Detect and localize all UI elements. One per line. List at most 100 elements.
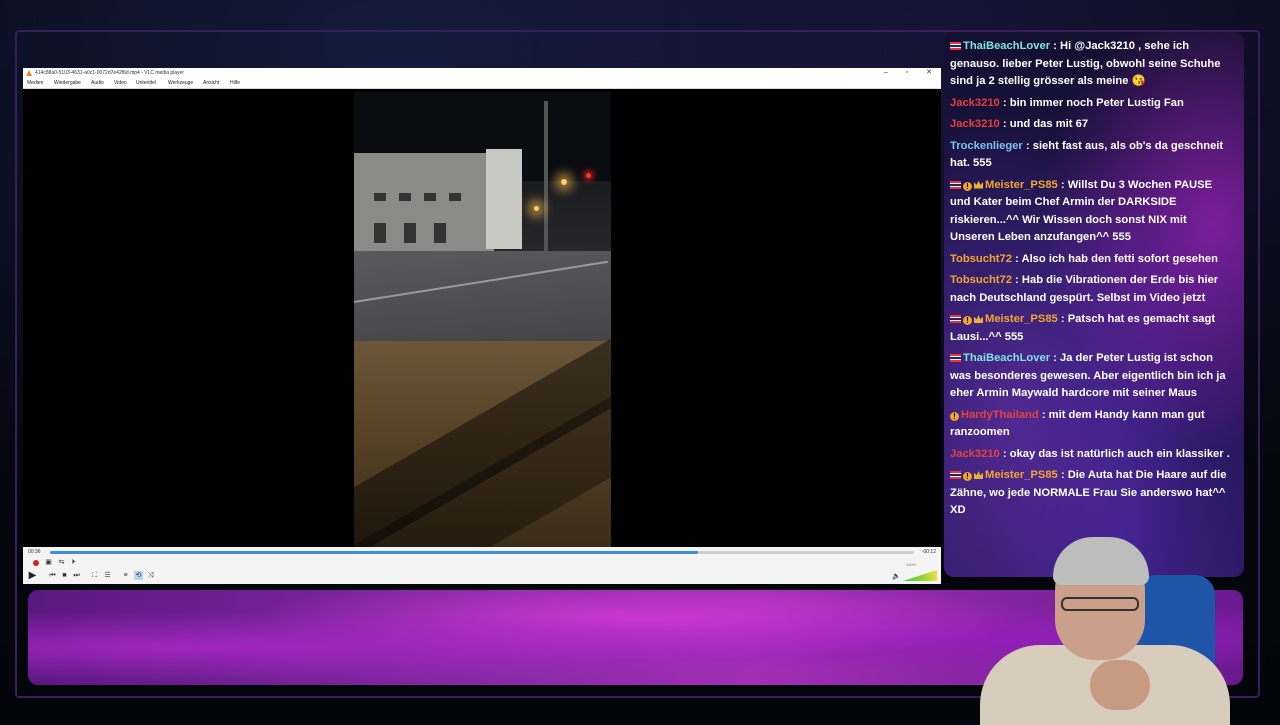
street-lamp [534, 206, 539, 211]
chat-text: und das mit 67 [1009, 118, 1089, 130]
vlc-cone-icon [26, 70, 32, 76]
chat-username[interactable]: Meister_PS85 [985, 313, 1058, 325]
chat-username[interactable]: Tobsucht72 [950, 274, 1012, 286]
chat-message: Tobsucht72 : Also ich hab den fetti sofo… [950, 251, 1230, 269]
snapshot-icon[interactable]: ▣ [44, 558, 53, 567]
chat-separator: : [1057, 469, 1068, 481]
menu-wiedergabe[interactable]: Wiedergabe [54, 78, 81, 88]
seek-bar[interactable] [50, 551, 914, 554]
street-lamp [561, 179, 567, 185]
time-elapsed: 00:36 [28, 549, 41, 555]
chat-separator: : [999, 96, 1010, 109]
flag-badge-icon [950, 180, 961, 189]
chat-username[interactable]: Jack3210 [950, 97, 1000, 109]
maximize-button[interactable]: ▫ [897, 68, 917, 78]
chat-separator: : [1050, 352, 1060, 364]
video-area[interactable] [23, 89, 941, 547]
flag-badge-icon [950, 471, 961, 479]
menu-audio[interactable]: Audio [91, 78, 104, 88]
crown-badge-icon [974, 315, 983, 323]
extended-settings-icon[interactable]: ☰ [103, 571, 112, 580]
webcam-overlay [965, 525, 1255, 725]
menu-untertitel[interactable]: Untertitel [136, 78, 156, 88]
chat-message: ! Meister_PS85 : Die Auta hat Die Haare a… [950, 467, 1230, 520]
menu-hilfe[interactable]: Hilfe [230, 78, 240, 88]
chat-username[interactable]: Meister_PS85 [985, 469, 1058, 481]
flag-badge-icon [950, 42, 961, 50]
stop-icon[interactable]: ■ [60, 571, 69, 580]
record-icon[interactable] [33, 560, 39, 566]
warning-badge-icon: ! [963, 181, 972, 191]
crown-badge-icon [974, 471, 983, 479]
traffic-light [586, 173, 591, 178]
flag-badge-icon [950, 354, 961, 362]
chat-separator: : [1057, 313, 1068, 325]
chat-message: ThaiBeachLover : Ja der Peter Lustig ist… [950, 350, 1230, 403]
chat-username[interactable]: Trockenlieger [950, 140, 1023, 152]
chat-message: ! Meister_PS85 : Patsch hat es gemacht sa… [950, 311, 1230, 346]
chat-message: Jack3210 : und das mit 67 [950, 116, 1230, 134]
play-icon[interactable]: ▶ [28, 571, 37, 581]
utility-pole [544, 101, 548, 251]
loop-icon[interactable]: ⟲ [134, 571, 143, 580]
vlc-titlebar[interactable]: 414c88a0-5103-4631-a0c1-0072d7e42f6d.mp4… [23, 68, 941, 78]
streamer-hair [1053, 537, 1149, 585]
chat-separator: : [999, 118, 1010, 130]
time-remaining: -00:12 [921, 549, 936, 555]
vlc-window: 414c88a0-5103-4631-a0c1-0072d7e42f6d.mp4… [23, 68, 941, 584]
chat-separator: : [1038, 408, 1049, 421]
chat-username[interactable]: ThaiBeachLover [963, 352, 1050, 364]
volume-label: 100% [906, 562, 917, 567]
chat-separator: : [1011, 274, 1022, 286]
chat-text: bin immer noch Peter Lustig Fan [1009, 96, 1184, 109]
chat-message: Tobsucht72 : Hab die Vibrationen der Erd… [950, 272, 1230, 307]
vlc-menubar: Medien Wiedergabe Audio Video Untertitel… [23, 78, 941, 89]
video-frame [354, 91, 611, 547]
minimize-button[interactable]: – [876, 68, 896, 78]
warning-badge-icon: ! [963, 316, 972, 325]
chat-text: okay das ist natürlich auch ein klassike… [1009, 447, 1230, 460]
next-icon[interactable]: ⏭ [72, 571, 81, 580]
shuffle-icon[interactable]: ⤨ [146, 571, 155, 580]
building-white [486, 149, 522, 249]
seek-bar-fill [50, 551, 698, 554]
close-button[interactable]: ✕ [919, 68, 939, 78]
crown-badge-icon [974, 180, 983, 189]
glasses [1061, 597, 1139, 611]
warning-badge-icon: ! [963, 472, 972, 481]
menu-ansicht[interactable]: Ansicht [203, 78, 219, 88]
chat-message: Trockenlieger : sieht fast aus, als ob's… [950, 138, 1230, 173]
menu-werkzeuge[interactable]: Werkzeuge [168, 78, 193, 88]
chat-username[interactable]: HardyThailand [961, 409, 1039, 421]
chat-message: Jack3210 : okay das ist natürlich auch e… [950, 446, 1230, 464]
menu-medien[interactable]: Medien [27, 78, 43, 88]
window-title: 414c88a0-5103-4631-a0c1-0072d7e42f6d.mp4… [35, 70, 184, 76]
chat-username[interactable]: Jack3210 [950, 118, 1000, 130]
playlist-icon[interactable]: ≡ [121, 571, 130, 580]
chat-message: Jack3210 : bin immer noch Peter Lustig F… [950, 95, 1230, 113]
fullscreen-icon[interactable]: ⛶ [90, 571, 99, 580]
warning-badge-icon: ! [950, 411, 959, 421]
chat-username[interactable]: Tobsucht72 [950, 253, 1012, 265]
flag-badge-icon [950, 315, 961, 323]
chat-separator: : [1050, 40, 1060, 52]
chat-message: ! HardyThailand : mit dem Handy kann man … [950, 407, 1230, 442]
chat-separator: : [1057, 178, 1068, 191]
chat-separator: : [999, 447, 1010, 460]
menu-video[interactable]: Video [114, 78, 127, 88]
chat-username[interactable]: Jack3210 [950, 448, 1000, 460]
chat-separator: : [1022, 139, 1033, 152]
chat-message: ThaiBeachLover : Hi @Jack3210 , sehe ich… [950, 38, 1230, 91]
chat-list: ThaiBeachLover : Hi @Jack3210 , sehe ich… [950, 38, 1230, 524]
chat-username[interactable]: ThaiBeachLover [963, 40, 1050, 52]
frame-step-icon[interactable]: ⏵ [69, 558, 78, 567]
volume-slider[interactable] [903, 570, 937, 581]
chat-username[interactable]: Meister_PS85 [985, 179, 1058, 191]
prev-icon[interactable]: ⏮ [48, 571, 57, 580]
volume-icon[interactable]: 🔈 [892, 572, 901, 581]
chat-message: ! Meister_PS85 : Willst Du 3 Wochen PAUSE… [950, 177, 1230, 247]
chat-text: Also ich hab den fetti sofort gesehen [1021, 252, 1218, 265]
vlc-controls: 00:36 -00:12 ▣ ⇆ ⏵ ▶ ⏮ ■ ⏭ ⛶ ☰ ≡ ⟲ ⤨ 🔈 1… [23, 547, 941, 584]
chat-panel: ThaiBeachLover : Hi @Jack3210 , sehe ich… [944, 32, 1244, 577]
loop-ab-icon[interactable]: ⇆ [57, 558, 66, 567]
